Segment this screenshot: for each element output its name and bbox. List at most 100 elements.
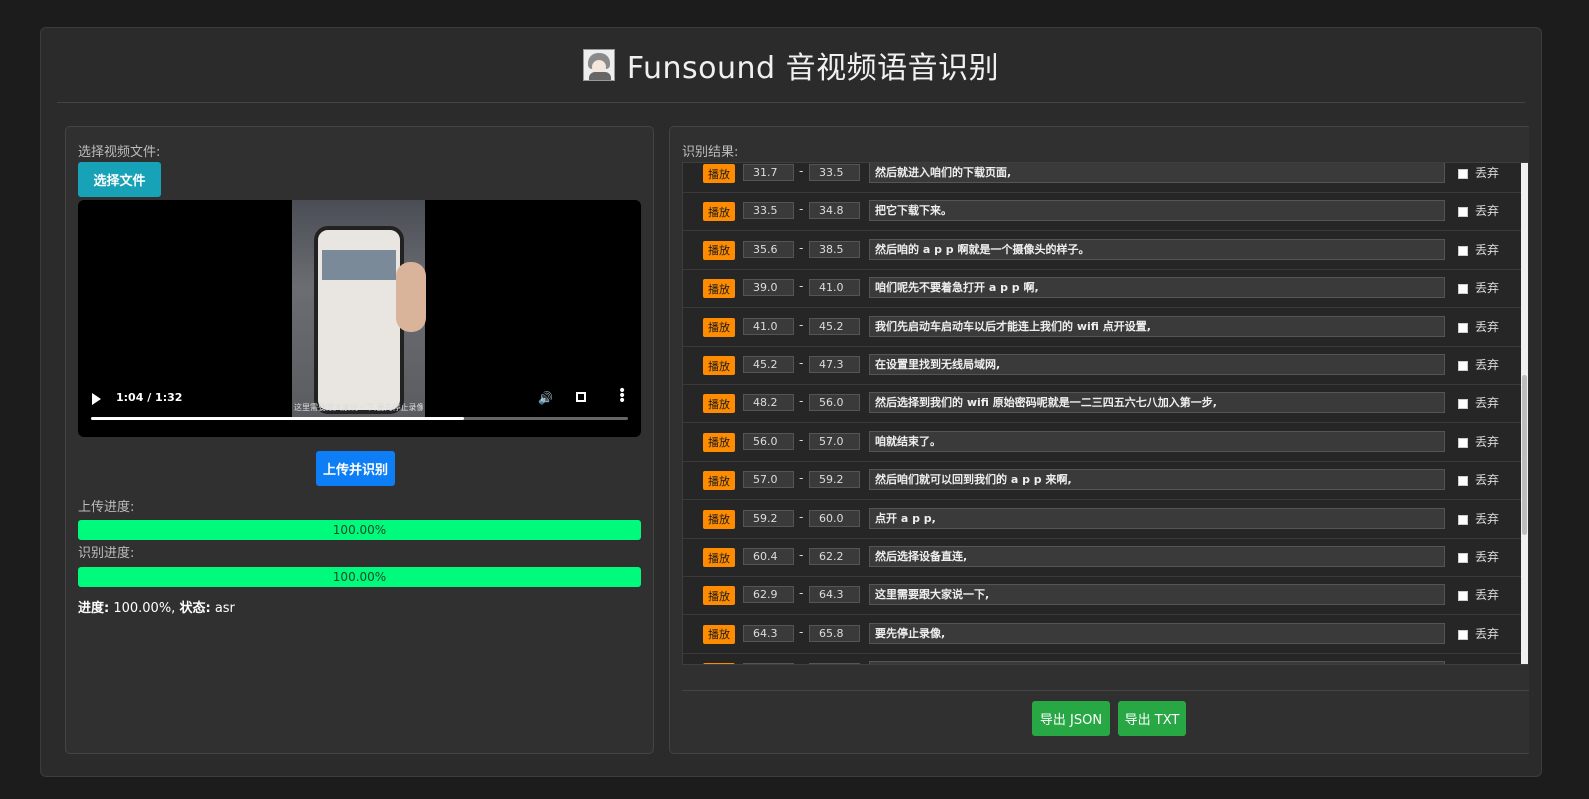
- segment-end-input[interactable]: 65.8: [809, 624, 860, 642]
- discard-checkbox[interactable]: [1458, 514, 1468, 525]
- segment-start-input[interactable]: [743, 663, 794, 664]
- discard-checkbox[interactable]: [1458, 169, 1468, 179]
- segment-start-input[interactable]: 31.7: [743, 164, 794, 181]
- play-segment-button[interactable]: 播放: [703, 432, 735, 452]
- segment-end-input[interactable]: 33.5: [809, 164, 860, 181]
- segment-text-input[interactable]: 在设置里找到无线局域网,: [869, 354, 1445, 375]
- discard-checkbox[interactable]: [1458, 245, 1468, 256]
- play-segment-button[interactable]: 播放: [703, 240, 735, 260]
- segment-end-input[interactable]: 62.2: [809, 548, 860, 565]
- divider: [682, 690, 1529, 691]
- segment-end-input[interactable]: 56.0: [809, 394, 860, 412]
- time-separator: -: [799, 240, 804, 255]
- discard-checkbox[interactable]: [1458, 591, 1468, 602]
- play-segment-button[interactable]: 播放: [703, 624, 735, 644]
- play-segment-button[interactable]: 播放: [703, 663, 735, 664]
- discard-checkbox[interactable]: [1458, 629, 1468, 640]
- segment-text-input[interactable]: 然后咱们就可以回到我们的 a p p 来啊,: [869, 469, 1445, 491]
- segment-end-input[interactable]: 57.0: [809, 432, 860, 450]
- discard-checkbox[interactable]: [1458, 284, 1468, 295]
- discard-checkbox[interactable]: [1458, 322, 1468, 333]
- segment-start-input[interactable]: 62.9: [743, 586, 794, 604]
- segment-start-input[interactable]: 33.5: [743, 202, 794, 220]
- export-json-button[interactable]: 导出 JSON: [1032, 701, 1110, 736]
- play-segment-button[interactable]: 播放: [703, 548, 735, 567]
- time-separator: -: [799, 663, 803, 664]
- segment-text-input[interactable]: 然后选择到我们的 wifi 原始密码呢就是一二三四五六七八加入第一步,: [869, 392, 1445, 414]
- segment-start-input[interactable]: 35.6: [743, 240, 794, 258]
- seek-bar[interactable]: [91, 417, 628, 420]
- upload-recognize-button[interactable]: 上传并识别: [316, 451, 395, 486]
- play-segment-button[interactable]: 播放: [703, 317, 735, 337]
- segment-start-input[interactable]: 57.0: [743, 471, 794, 489]
- play-segment-button[interactable]: 播放: [703, 202, 735, 222]
- segment-end-input[interactable]: 47.3: [809, 356, 860, 373]
- video-player[interactable]: 这里需要跟大家说一下,要先停止录像 1:04 / 1:32 🔊 • • •: [78, 200, 641, 437]
- discard-label: 丢弃: [1475, 511, 1500, 526]
- segment-text-input[interactable]: 要先停止录像,: [869, 622, 1445, 644]
- segment-start-input[interactable]: 59.2: [743, 509, 794, 527]
- segment-text-input[interactable]: 把它下载下来。: [869, 200, 1445, 222]
- segment-start-input[interactable]: 56.0: [743, 432, 794, 450]
- scrollbar-thumb[interactable]: [1522, 375, 1527, 535]
- discard-checkbox[interactable]: [1458, 553, 1468, 563]
- segment-start-input[interactable]: 60.4: [743, 548, 794, 565]
- segment-end-input[interactable]: 64.3: [809, 586, 860, 604]
- result-row: 播放 - 丢弃: [683, 654, 1521, 664]
- scrollbar[interactable]: [1521, 163, 1528, 664]
- discard-label: 丢弃: [1475, 550, 1500, 564]
- progress-value: 100.00%,: [113, 601, 176, 616]
- segment-end-input[interactable]: 38.5: [809, 240, 860, 258]
- segment-end-input[interactable]: 60.0: [809, 509, 860, 527]
- result-row: 播放 39.0-41.0 咱们呢先不要着急打开 a p p 啊, 丢弃: [683, 270, 1521, 309]
- segment-start-input[interactable]: 39.0: [743, 279, 794, 297]
- segment-end-input[interactable]: 34.8: [809, 202, 860, 220]
- segment-text-input[interactable]: 然后咱的 a p p 啊就是一个摄像头的样子。: [869, 238, 1445, 260]
- play-segment-button[interactable]: 播放: [703, 394, 735, 414]
- play-segment-button[interactable]: 播放: [703, 471, 735, 491]
- fullscreen-icon[interactable]: [576, 392, 586, 402]
- progress-key: 进度:: [78, 601, 110, 616]
- segment-text-input[interactable]: 我们先启动车启动车以后才能连上我们的 wifi 点开设置,: [869, 315, 1445, 337]
- discard-label: 丢弃: [1475, 319, 1500, 334]
- results-list[interactable]: 播放-丢弃播放64.3-65.8要先停止录像,丢弃播放62.9-64.3这里需要…: [682, 162, 1528, 665]
- upload-progress-label: 上传进度:: [78, 500, 135, 515]
- discard-checkbox[interactable]: [1458, 361, 1468, 371]
- segment-end-input[interactable]: 41.0: [809, 279, 860, 297]
- play-segment-button[interactable]: 播放: [703, 586, 735, 606]
- result-row: 播放 33.5-34.8 把它下载下来。 丢弃: [683, 193, 1521, 232]
- app-container: Funsound 音视频语音识别 选择视频文件: 选择文件 这里需要跟大家说一下…: [40, 27, 1542, 777]
- discard-checkbox[interactable]: [1458, 476, 1468, 487]
- segment-start-input[interactable]: 41.0: [743, 317, 794, 335]
- segment-text-input[interactable]: 这里需要跟大家说一下,: [869, 584, 1445, 606]
- segment-text-input[interactable]: 然后选择设备直连,: [869, 546, 1445, 567]
- segment-text-input[interactable]: 咱就结束了。: [869, 430, 1445, 452]
- play-segment-button[interactable]: 播放: [703, 509, 735, 529]
- segment-text-input[interactable]: 点开 a p p,: [869, 507, 1445, 529]
- play-segment-button[interactable]: 播放: [703, 164, 735, 183]
- play-segment-button[interactable]: 播放: [703, 356, 735, 375]
- segment-start-input[interactable]: 48.2: [743, 394, 794, 412]
- result-row: 播放 45.2-47.3 在设置里找到无线局域网, 丢弃: [683, 347, 1521, 385]
- segment-start-input[interactable]: 45.2: [743, 356, 794, 373]
- segment-end-input[interactable]: [809, 663, 860, 664]
- select-file-button[interactable]: 选择文件: [78, 162, 161, 197]
- volume-icon[interactable]: 🔊: [538, 391, 553, 405]
- segment-text-input[interactable]: 咱们呢先不要着急打开 a p p 啊,: [869, 277, 1445, 299]
- discard-checkbox[interactable]: [1458, 207, 1468, 218]
- segment-text-input[interactable]: 然后就进入咱们的下载页面,: [869, 163, 1445, 183]
- discard-checkbox[interactable]: [1458, 437, 1468, 448]
- segment-end-input[interactable]: 59.2: [809, 471, 860, 489]
- discard-label: 丢弃: [1475, 358, 1500, 372]
- segment-start-input[interactable]: 64.3: [743, 624, 794, 642]
- play-icon[interactable]: [92, 393, 101, 405]
- upload-panel: 选择视频文件: 选择文件 这里需要跟大家说一下,要先停止录像 1:04 / 1:…: [65, 126, 654, 754]
- segment-end-input[interactable]: 45.2: [809, 317, 860, 335]
- export-txt-button[interactable]: 导出 TXT: [1118, 701, 1186, 736]
- segment-text-input[interactable]: [869, 661, 1445, 664]
- more-options-icon[interactable]: • • •: [618, 384, 626, 408]
- discard-label: 丢弃: [1475, 242, 1500, 257]
- play-segment-button[interactable]: 播放: [703, 279, 735, 299]
- select-video-label: 选择视频文件:: [78, 145, 161, 160]
- discard-checkbox[interactable]: [1458, 399, 1468, 410]
